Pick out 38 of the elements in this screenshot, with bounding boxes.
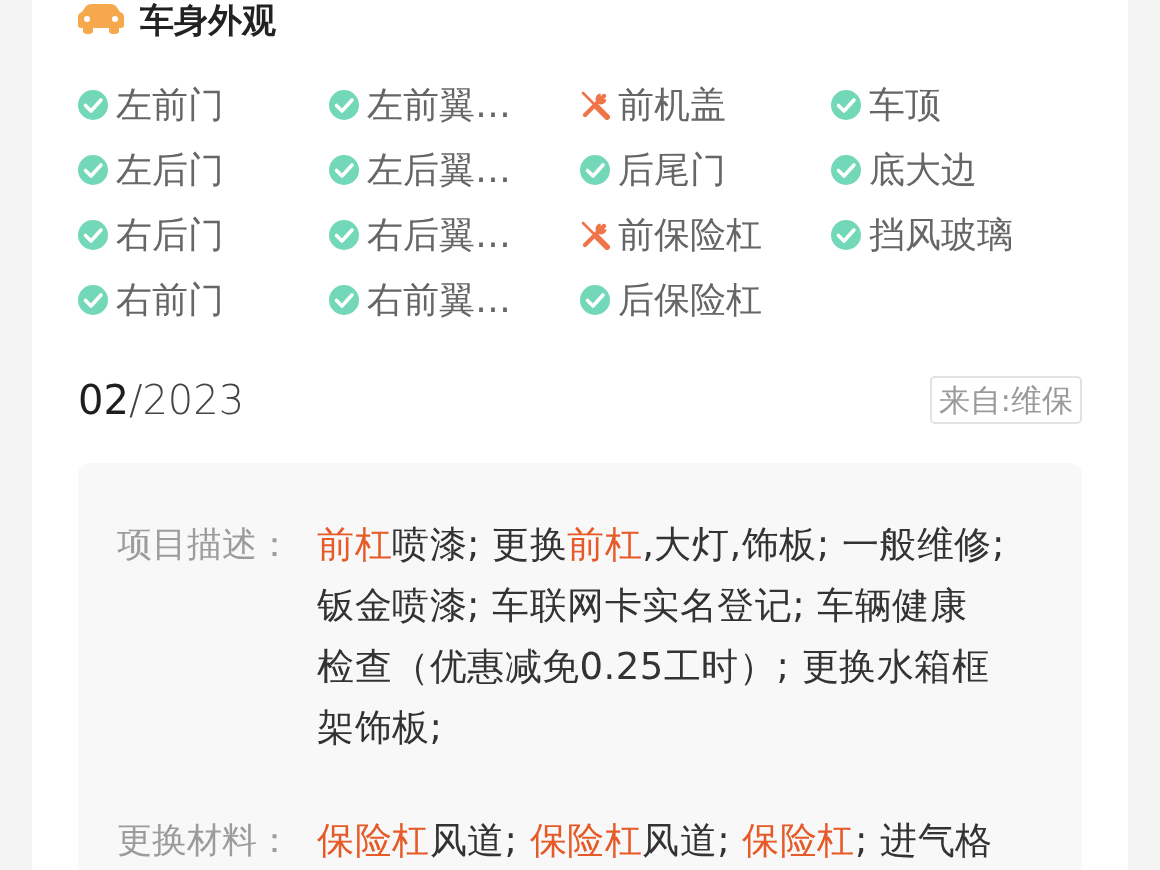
part-label: 右后翼… <box>367 214 511 255</box>
check-circle-icon <box>580 154 610 185</box>
check-circle-icon <box>329 219 359 250</box>
part-label: 前保险杠 <box>618 214 762 255</box>
check-circle-icon <box>831 219 861 250</box>
detail-text: 保险杠风道; 保险杠风道; 保险杠; 进气格 <box>317 818 993 864</box>
part-label: 车顶 <box>869 84 941 125</box>
part-label: 右前门 <box>116 279 224 320</box>
check-circle-icon <box>831 89 861 120</box>
detail-label: 项目描述： <box>117 523 293 566</box>
wrench-screwdriver-icon <box>580 219 610 250</box>
part-label: 前机盖 <box>618 84 726 125</box>
check-circle-icon <box>831 154 861 185</box>
part-label: 底大边 <box>869 149 977 190</box>
check-circle-icon <box>329 89 359 120</box>
wrench-screwdriver-icon <box>580 89 610 120</box>
part-label: 右前翼… <box>367 279 511 320</box>
part-label: 左后门 <box>116 149 224 190</box>
detail-text: 前杠喷漆; 更换前杠,大灯,饰板; 一般维修; 钣金喷漆; 车联网卡实名登记; 车辆健康 检查（优惠减免0.25工时）; 更换水箱框 架饰板; <box>317 522 1005 751</box>
check-circle-icon <box>329 284 359 315</box>
check-circle-icon <box>78 89 108 120</box>
part-label: 左前门 <box>116 84 224 125</box>
check-circle-icon <box>580 284 610 315</box>
source-tag: 来自:维保 <box>929 376 1082 424</box>
detail-label: 更换材料： <box>117 819 293 862</box>
part-label: 后保险杠 <box>618 279 762 320</box>
check-circle-icon <box>78 284 108 315</box>
check-circle-icon <box>329 154 359 185</box>
part-label: 左后翼… <box>367 149 511 190</box>
check-circle-icon <box>78 219 108 250</box>
part-label: 左前翼… <box>367 84 511 125</box>
record-date: 02/2023 <box>78 376 245 425</box>
part-label: 挡风玻璃 <box>869 214 1013 255</box>
section-title: 车身外观 <box>140 0 276 40</box>
part-label: 右后门 <box>116 214 224 255</box>
car-icon <box>78 4 124 34</box>
check-circle-icon <box>78 154 108 185</box>
part-label: 后尾门 <box>618 149 726 190</box>
